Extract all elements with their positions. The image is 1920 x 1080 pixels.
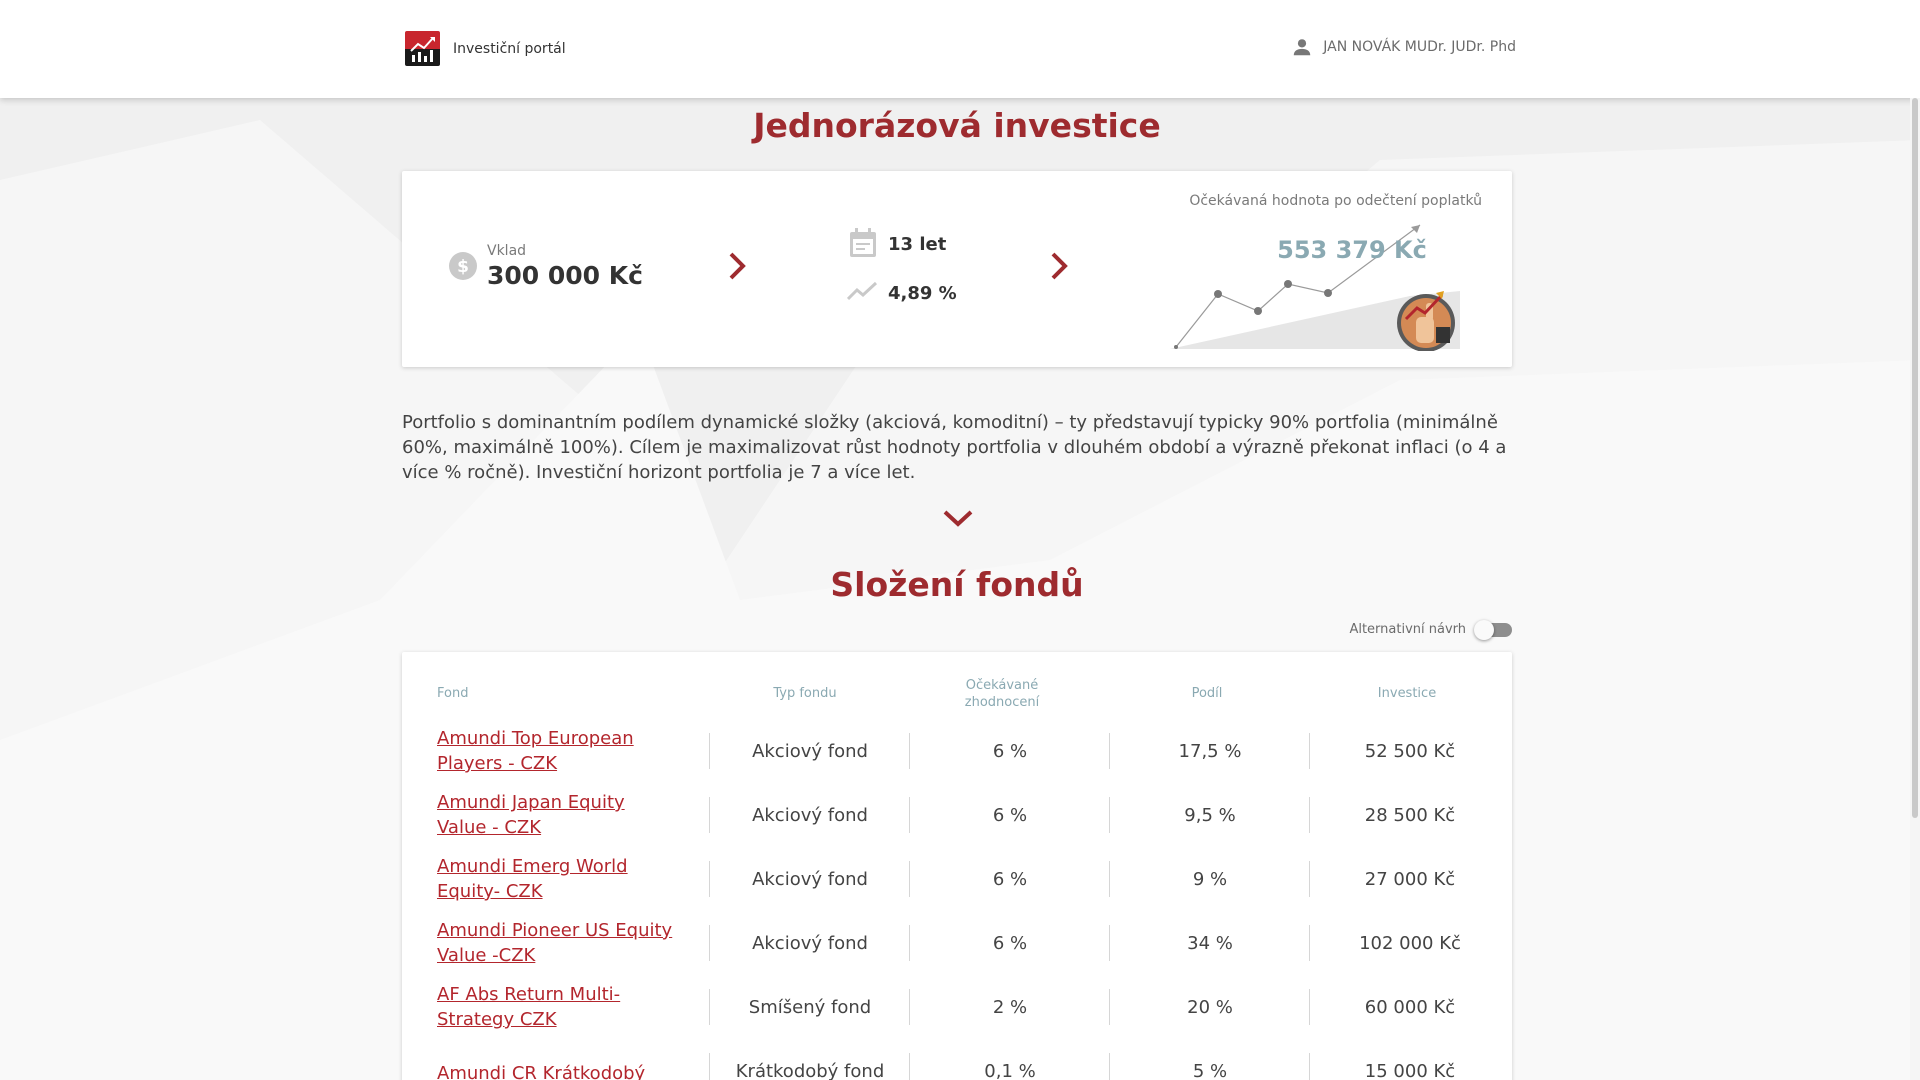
user-icon xyxy=(1294,39,1311,56)
investment-cell: 60 000 Kč xyxy=(1364,996,1456,1018)
brand-name[interactable]: Investiční portál xyxy=(453,41,566,57)
fund-cell: Amundi Pioneer US Equity Value -CZK xyxy=(437,911,677,975)
scrollbar-thumb[interactable] xyxy=(1912,98,1918,818)
fund-type-cell: Akciový fond xyxy=(752,868,868,890)
expected-return-cell: 6 % xyxy=(992,868,1028,890)
column-header-fund: Fond xyxy=(437,686,469,701)
fund-link[interactable]: Amundi Japan Equity Value - CZK xyxy=(437,790,677,840)
investment-cell: 102 000 Kč xyxy=(1359,932,1461,954)
investment-cell: 52 500 Kč xyxy=(1364,740,1456,762)
fund-link[interactable]: Amundi Pioneer US Equity Value -CZK xyxy=(437,918,677,968)
expected-return-cell: 6 % xyxy=(992,740,1028,762)
share-cell: 9 % xyxy=(1192,868,1228,890)
deposit-value: 300 000 Kč xyxy=(487,261,643,290)
fund-cell: Amundi CR Krátkodobý xyxy=(437,1039,677,1080)
user-name: JAN NOVÁK MUDr. JUDr. Phd xyxy=(1323,39,1516,55)
svg-text:$: $ xyxy=(457,257,469,277)
table-row: Amundi Emerg World Equity- CZK Akciový f… xyxy=(402,847,1512,911)
user-menu[interactable]: JAN NOVÁK MUDr. JUDr. Phd xyxy=(1291,36,1516,58)
fund-type-cell: Akciový fond xyxy=(752,740,868,762)
column-header-expected: Očekávané zhodnocení xyxy=(964,678,1040,710)
expected-value: 553 379 Kč xyxy=(1277,236,1427,264)
expected-return-cell: 0,1 % xyxy=(984,1061,1036,1080)
toggle-knob xyxy=(1474,620,1494,640)
fund-link[interactable]: AF Abs Return Multi-Strategy CZK xyxy=(437,982,677,1032)
funds-table: Fond Typ fondu Očekávané zhodnocení Podí… xyxy=(402,652,1512,1080)
table-row: AF Abs Return Multi-Strategy CZK Smíšený… xyxy=(402,975,1512,1039)
table-row: Amundi Top European Players - CZK Akciov… xyxy=(402,719,1512,783)
fund-type-cell: Akciový fond xyxy=(752,804,868,826)
fund-cell: Amundi Top European Players - CZK xyxy=(437,719,677,783)
expected-return-cell: 6 % xyxy=(992,932,1028,954)
fund-link[interactable]: Amundi Top European Players - CZK xyxy=(437,726,677,776)
chevron-right-icon xyxy=(1051,252,1068,280)
column-header-investment: Investice xyxy=(1377,686,1437,701)
logo-icon[interactable] xyxy=(405,31,440,66)
expected-value-label: Očekávaná hodnota po odečtení poplatků xyxy=(1189,193,1482,209)
chevron-right-icon xyxy=(729,252,746,280)
fund-type-cell: Krátkodobý fond xyxy=(735,1060,885,1080)
share-cell: 9,5 % xyxy=(1184,804,1236,826)
expected-return-cell: 6 % xyxy=(992,804,1028,826)
share-cell: 5 % xyxy=(1192,1061,1228,1080)
portfolio-description: Portfolio s dominantním podílem dynamick… xyxy=(402,412,1507,483)
calendar-icon xyxy=(850,228,876,257)
toggle-switch[interactable] xyxy=(1474,620,1512,640)
fund-link[interactable]: Amundi CR Krátkodobý xyxy=(437,1061,645,1080)
investment-summary-card: $ Vklad 300 000 Kč 13 let 4,89 % Očekáva… xyxy=(402,171,1512,367)
alternative-proposal-label: Alternativní návrh xyxy=(1349,621,1466,637)
table-row: Amundi Japan Equity Value - CZK Akciový … xyxy=(402,783,1512,847)
investment-cell: 27 000 Kč xyxy=(1364,868,1456,890)
page-title: Jednorázová investice xyxy=(753,106,1161,145)
share-cell: 17,5 % xyxy=(1178,740,1242,762)
dollar-icon: $ xyxy=(449,252,477,280)
table-row: Amundi Pioneer US Equity Value -CZK Akci… xyxy=(402,911,1512,975)
fund-cell: Amundi Japan Equity Value - CZK xyxy=(437,783,677,847)
top-header: Investiční portál JAN NOVÁK MUDr. JUDr. … xyxy=(0,0,1920,98)
expected-return-cell: 2 % xyxy=(992,996,1028,1018)
investment-cell: 15 000 Kč xyxy=(1364,1061,1456,1080)
fund-cell: Amundi Emerg World Equity- CZK xyxy=(437,847,677,911)
expected-rate: 4,89 % xyxy=(888,283,957,304)
investment-cell: 28 500 Kč xyxy=(1364,804,1456,826)
alternative-proposal-toggle[interactable]: Alternativní návrh xyxy=(1349,620,1512,640)
fund-type-cell: Smíšený fond xyxy=(748,996,872,1018)
fund-type-cell: Akciový fond xyxy=(752,932,868,954)
fund-cell: AF Abs Return Multi-Strategy CZK xyxy=(437,975,677,1039)
column-header-type: Typ fondu xyxy=(773,686,837,701)
investment-years: 13 let xyxy=(888,234,947,255)
trend-icon xyxy=(847,281,878,301)
table-row: Amundi CR Krátkodobý Krátkodobý fond 0,1… xyxy=(402,1039,1512,1080)
column-header-share: Podíl xyxy=(1191,686,1223,701)
deposit-label: Vklad xyxy=(487,243,527,259)
share-cell: 34 % xyxy=(1187,932,1233,954)
chevron-down-icon[interactable] xyxy=(942,508,974,528)
share-cell: 20 % xyxy=(1187,996,1233,1018)
fund-link[interactable]: Amundi Emerg World Equity- CZK xyxy=(437,854,677,904)
page-scrollbar[interactable] xyxy=(1910,98,1920,1080)
section-title: Složení fondů xyxy=(830,565,1084,604)
